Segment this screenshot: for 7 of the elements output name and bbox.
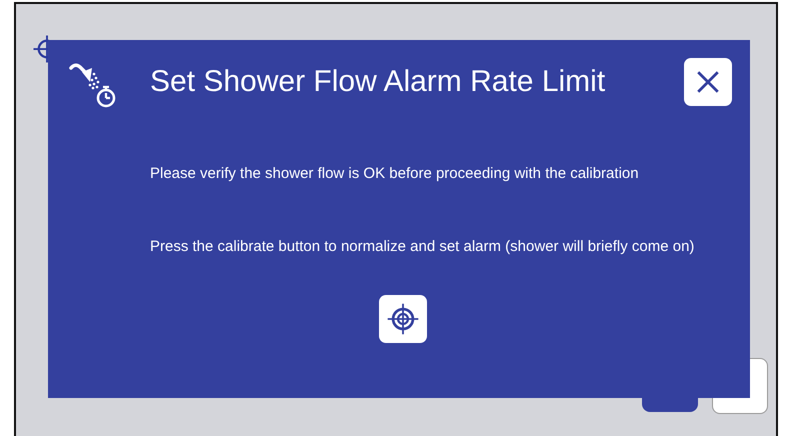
close-button[interactable] — [684, 58, 732, 106]
dialog-title: Set Shower Flow Alarm Rate Limit — [150, 65, 606, 99]
crosshair-icon — [385, 301, 421, 337]
close-icon — [695, 69, 721, 95]
instruction-text: Press the calibrate button to normalize and set alarm (shower will briefly come on) — [150, 237, 696, 256]
instruction-text: Please verify the shower flow is OK before proceeding with the calibration — [150, 164, 640, 183]
calibrate-button[interactable] — [379, 295, 427, 343]
